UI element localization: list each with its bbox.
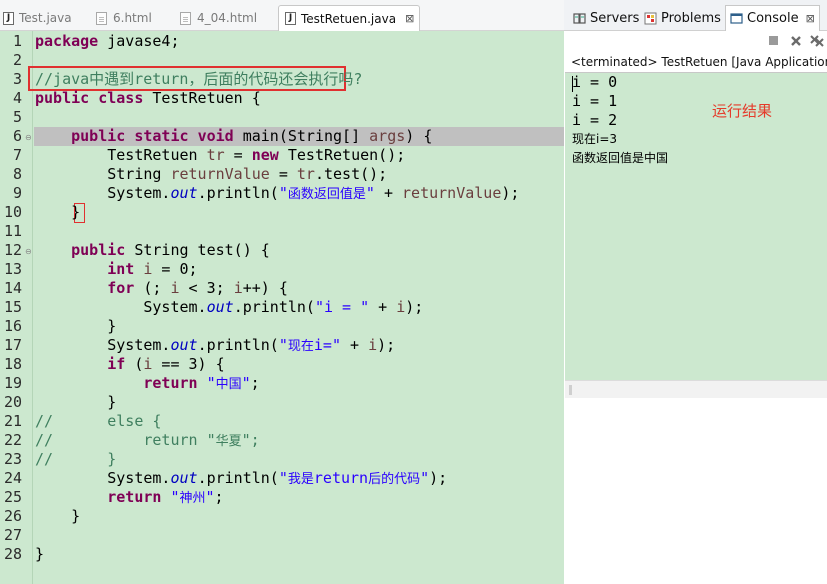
line-number: 27 bbox=[3, 526, 22, 544]
line-number: 15 bbox=[3, 298, 22, 316]
code-line: System.out.println("i = " + i); bbox=[35, 298, 424, 316]
line-number: 22 bbox=[3, 431, 22, 449]
line-number: 14 bbox=[3, 279, 22, 297]
close-view-icon[interactable]: ⊠ bbox=[806, 12, 815, 25]
code-line: // } bbox=[35, 450, 117, 468]
console-line: i = 2 bbox=[572, 111, 618, 129]
code-line: System.out.println("我是return后的代码"); bbox=[35, 469, 448, 487]
code-line: return "中国"; bbox=[143, 374, 260, 392]
tab-console[interactable]: Console ⊠ bbox=[725, 5, 820, 31]
tab-label: Servers bbox=[590, 10, 640, 26]
scrollbar-thumb[interactable] bbox=[569, 385, 572, 395]
console-process-label: <terminated> TestRetuen [Java Applicatio… bbox=[571, 55, 827, 69]
code-line: } bbox=[35, 393, 117, 411]
tab-test-java[interactable]: J Test.java bbox=[3, 6, 72, 30]
console-output[interactable]: i = 0 i = 1 i = 2 现在i=3 函数返回值是中国 运行结果 bbox=[565, 73, 827, 380]
html-file-icon bbox=[180, 11, 191, 25]
tab-label: 4_04.html bbox=[197, 11, 258, 25]
line-number: 5 bbox=[12, 108, 22, 126]
line-number: 23 bbox=[3, 450, 22, 468]
code-line: } bbox=[35, 545, 45, 563]
remove-launch-icon[interactable] bbox=[790, 35, 802, 51]
console-line: 函数返回值是中国 bbox=[572, 151, 669, 165]
line-number: 1 bbox=[12, 32, 22, 50]
code-line: public class TestRetuen { bbox=[35, 89, 261, 107]
console-icon bbox=[730, 12, 743, 25]
tab-servers[interactable]: Servers bbox=[573, 6, 639, 30]
fold-marker-icon[interactable]: ⊖ bbox=[25, 247, 32, 256]
tab-label: Test.java bbox=[19, 11, 72, 25]
line-number: 18 bbox=[3, 355, 22, 373]
servers-icon bbox=[573, 12, 586, 25]
line-number: 21 bbox=[3, 412, 22, 430]
remove-all-terminated-icon[interactable] bbox=[810, 35, 824, 51]
code-line: package javase4; bbox=[35, 32, 180, 50]
line-number: 3 bbox=[12, 70, 22, 88]
tab-problems[interactable]: Problems bbox=[644, 6, 721, 30]
tab-6-html[interactable]: 6.html bbox=[96, 6, 152, 30]
java-file-icon: J bbox=[285, 12, 296, 25]
line-number: 17 bbox=[3, 336, 22, 354]
console-line: i = 1 bbox=[572, 92, 618, 110]
highlighted-comment: //java中遇到return，后面的代码还会执行吗? bbox=[35, 70, 363, 88]
terminate-icon[interactable] bbox=[768, 35, 779, 50]
tab-label: Console bbox=[747, 11, 799, 26]
horizontal-scrollbar[interactable] bbox=[565, 380, 827, 398]
view-tab-bar: Servers Problems Console ⊠ bbox=[564, 0, 827, 31]
tab-testretuen-java[interactable]: J TestRetuen.java ⊠ bbox=[278, 5, 421, 31]
problems-icon bbox=[644, 12, 657, 25]
code-line: String returnValue = tr.test(); bbox=[35, 165, 388, 183]
code-line: if (i == 3) { bbox=[107, 355, 225, 373]
console-toolbar bbox=[565, 31, 827, 53]
tab-label: Problems bbox=[661, 10, 721, 26]
line-number: 16 bbox=[3, 317, 22, 335]
code-line: System.out.println("函数返回值是" + returnValu… bbox=[35, 184, 520, 202]
empty-panel-area bbox=[565, 398, 827, 584]
line-number: 24 bbox=[3, 469, 22, 487]
code-line: // return "华夏"; bbox=[35, 431, 260, 449]
code-line: public static void main(String[] args) { bbox=[71, 127, 433, 145]
line-number: 13 bbox=[3, 260, 22, 278]
code-line: for (; i < 3; i++) { bbox=[107, 279, 288, 297]
line-number: 2 bbox=[12, 51, 22, 69]
line-number: 10 bbox=[3, 203, 22, 221]
line-number: 28 bbox=[3, 545, 22, 563]
line-number: 12 bbox=[3, 241, 22, 259]
code-line: //java中遇到return，后面的代码还会执行吗? bbox=[35, 70, 362, 89]
line-number: 4 bbox=[12, 89, 22, 107]
code-line: TestRetuen tr = new TestRetuen(); bbox=[35, 146, 406, 164]
code-line: // else { bbox=[35, 412, 162, 430]
editor-tab-bar: J Test.java 6.html 4_04.html J TestRetue… bbox=[0, 0, 564, 31]
console-title-bar: <terminated> TestRetuen [Java Applicatio… bbox=[565, 53, 827, 73]
code-editor[interactable]: 1 2 3 4 5 6 7 8 9 10 11 12 13 14 15 16 1… bbox=[0, 31, 564, 584]
fold-marker-icon[interactable]: ⊖ bbox=[25, 133, 32, 142]
code-line: } bbox=[35, 203, 81, 221]
line-number: 6 bbox=[12, 127, 22, 145]
line-number: 8 bbox=[12, 165, 22, 183]
tab-label: 6.html bbox=[113, 11, 152, 25]
html-file-icon bbox=[96, 11, 107, 25]
line-number: 20 bbox=[3, 393, 22, 411]
code-line: System.out.println("现在i=" + i); bbox=[35, 336, 396, 354]
line-number: 9 bbox=[12, 184, 22, 202]
close-tab-icon[interactable]: ⊠ bbox=[405, 12, 414, 25]
run-result-annotation: 运行结果 bbox=[712, 102, 773, 120]
java-file-icon: J bbox=[3, 11, 14, 25]
code-line: } bbox=[35, 317, 117, 335]
line-number: 7 bbox=[12, 146, 22, 164]
console-line: 现在i=3 bbox=[572, 132, 618, 146]
console-line: i = 0 bbox=[572, 73, 618, 91]
line-number: 19 bbox=[3, 374, 22, 392]
line-number: 26 bbox=[3, 507, 22, 525]
code-line: public String test() { bbox=[71, 241, 270, 259]
line-number: 11 bbox=[3, 222, 22, 240]
code-line: return "神州"; bbox=[107, 488, 224, 506]
code-line: int i = 0; bbox=[107, 260, 198, 278]
code-line: } bbox=[35, 507, 81, 525]
tab-label: TestRetuen.java bbox=[301, 11, 397, 26]
line-number: 25 bbox=[3, 488, 22, 506]
tab-4-04-html[interactable]: 4_04.html bbox=[180, 6, 257, 30]
line-number-gutter: 1 2 3 4 5 6 7 8 9 10 11 12 13 14 15 16 1… bbox=[0, 31, 33, 584]
